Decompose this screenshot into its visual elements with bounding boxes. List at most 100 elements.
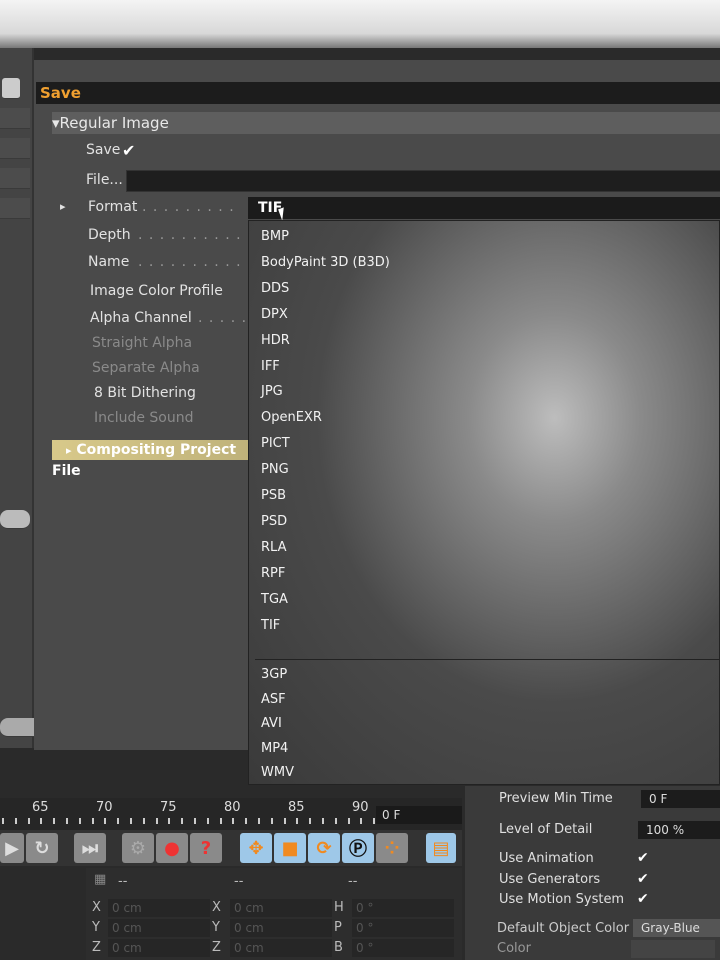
sidebar-item[interactable] [0, 198, 30, 219]
timeline-tick [104, 818, 107, 824]
key-help-button[interactable]: ? [190, 833, 222, 863]
timeline-tick [360, 818, 363, 824]
timeline-tick [14, 818, 17, 824]
coord-field[interactable]: 0 cm [230, 939, 332, 957]
coord-axis-label: Y [92, 920, 100, 935]
scale-tool-icon[interactable]: ■ [274, 833, 306, 863]
save-checkbox[interactable]: ✔ [122, 141, 135, 160]
default-object-color-label: Default Object Color [497, 921, 630, 936]
collapse-arrow-icon: ▾ [52, 114, 60, 132]
format-option[interactable]: BMP [261, 229, 289, 244]
format-option[interactable]: PSB [261, 488, 286, 503]
format-option[interactable]: RPF [261, 566, 285, 581]
rotate-tool-icon[interactable]: ⟳ [308, 833, 340, 863]
save-header: Save [36, 82, 720, 104]
point-level-icon[interactable]: ⁘ [376, 833, 408, 863]
color-profile-label: Image Color Profile [90, 283, 223, 299]
format-dropdown[interactable]: TIF [248, 197, 720, 219]
dithering-label: 8 Bit Dithering [94, 385, 196, 401]
color-label: Color [497, 941, 531, 956]
use-generators-label: Use Generators [499, 872, 601, 887]
timeline-tick [181, 818, 184, 824]
film-strip-icon[interactable]: ▤ [426, 833, 456, 863]
format-option[interactable]: PICT [261, 436, 290, 451]
format-option[interactable]: TGA [261, 592, 288, 607]
level-of-detail-label: Level of Detail [499, 822, 593, 837]
coord-field[interactable]: 0 cm [230, 919, 332, 937]
depth-label: Depth [88, 227, 131, 243]
timeline-tick [219, 818, 222, 824]
preview-min-time-label: Preview Min Time [499, 791, 613, 806]
timeline-tick [206, 818, 209, 824]
autokey-button[interactable]: ● [156, 833, 188, 863]
timeline-tick [130, 818, 132, 824]
coord-field[interactable]: 0 cm [230, 899, 332, 917]
file-input[interactable] [126, 170, 720, 192]
section-title: Regular Image [59, 114, 169, 132]
sidebar-button[interactable] [0, 510, 30, 529]
format-option[interactable]: RLA [261, 540, 286, 555]
format-option[interactable]: DDS [261, 281, 289, 296]
format-option[interactable]: IFF [261, 359, 280, 374]
compositing-project-file-section[interactable]: ▸ Compositing Project File [52, 440, 248, 479]
coord-axis-label: X [212, 900, 221, 915]
coord-axis-label: Z [212, 940, 221, 955]
format-option[interactable]: PSD [261, 514, 287, 529]
timeline-tick-label: 90 [352, 800, 369, 815]
coord-field[interactable]: 0 cm [108, 899, 210, 917]
format-option[interactable]: DPX [261, 307, 288, 322]
regular-image-section[interactable]: ▾Regular Image [52, 112, 720, 134]
coord-field[interactable]: 0 ° [352, 939, 454, 957]
coord-field[interactable]: 0 cm [108, 939, 210, 957]
coord-field[interactable]: 0 cm [108, 919, 210, 937]
coord-axis-label: Y [212, 920, 220, 935]
format-option[interactable]: PNG [261, 462, 289, 477]
format-option[interactable]: AVI [261, 716, 282, 731]
loop-button[interactable]: ↻ [26, 833, 58, 863]
sidebar-item[interactable] [0, 138, 30, 159]
format-option[interactable]: JPG [261, 384, 283, 399]
timeline-tick [283, 818, 286, 824]
default-object-color-dropdown[interactable]: Gray-Blue [633, 919, 720, 937]
goto-end-button[interactable]: ⏭ [74, 833, 106, 863]
format-dropdown-menu: BMP BodyPaint 3D (B3D) DDS DPX HDR IFF JPG Open… [248, 220, 720, 785]
format-option[interactable]: 3GP [261, 667, 287, 682]
play-button[interactable]: ▶ [0, 833, 24, 863]
timeline-tick-label: 80 [224, 800, 241, 815]
format-option[interactable]: TIF [261, 618, 280, 633]
preview-min-time-field[interactable]: 0 F [641, 790, 720, 808]
use-animation-checkbox[interactable]: ✔ [637, 850, 649, 866]
parameter-tool-icon[interactable]: Ⓟ [342, 833, 374, 863]
color-swatch[interactable] [631, 940, 715, 958]
timeline-tick [232, 818, 235, 824]
project-settings-panel: Preview Min Time 0 F Level of Detail 100… [462, 786, 720, 960]
use-motion-system-checkbox[interactable]: ✔ [637, 891, 649, 907]
use-motion-system-label: Use Motion System [499, 892, 625, 907]
include-sound-label: Include Sound [94, 410, 194, 426]
level-of-detail-field[interactable]: 100 % [638, 821, 720, 839]
move-tool-icon[interactable]: ✥ [240, 833, 272, 863]
use-generators-checkbox[interactable]: ✔ [637, 871, 649, 887]
current-frame-field[interactable]: 0 F [376, 806, 464, 824]
sidebar-item[interactable] [0, 168, 30, 189]
coord-axis-label: B [334, 940, 343, 955]
format-option[interactable]: OpenEXR [261, 410, 322, 425]
format-option[interactable]: ASF [261, 692, 286, 707]
coord-axis-label: H [334, 900, 344, 915]
format-option[interactable]: MP4 [261, 741, 288, 756]
timeline-tick [27, 818, 30, 824]
timeline-tick [334, 818, 337, 824]
timeline-tick [258, 818, 260, 824]
format-option[interactable]: WMV [261, 765, 294, 780]
format-option[interactable]: HDR [261, 333, 290, 348]
format-expand-icon[interactable]: ▸ [60, 200, 66, 213]
coord-field[interactable]: 0 ° [352, 919, 454, 937]
format-option[interactable]: BodyPaint 3D (B3D) [261, 255, 390, 270]
left-sidebar [0, 48, 56, 748]
timeline-tick [53, 818, 56, 824]
coord-field[interactable]: 0 ° [352, 899, 454, 917]
keyframe-settings-button[interactable]: ⚙ [122, 833, 154, 863]
timeline-tick [309, 818, 312, 824]
sidebar-dropdown[interactable] [2, 78, 20, 99]
sidebar-item[interactable] [0, 108, 30, 129]
